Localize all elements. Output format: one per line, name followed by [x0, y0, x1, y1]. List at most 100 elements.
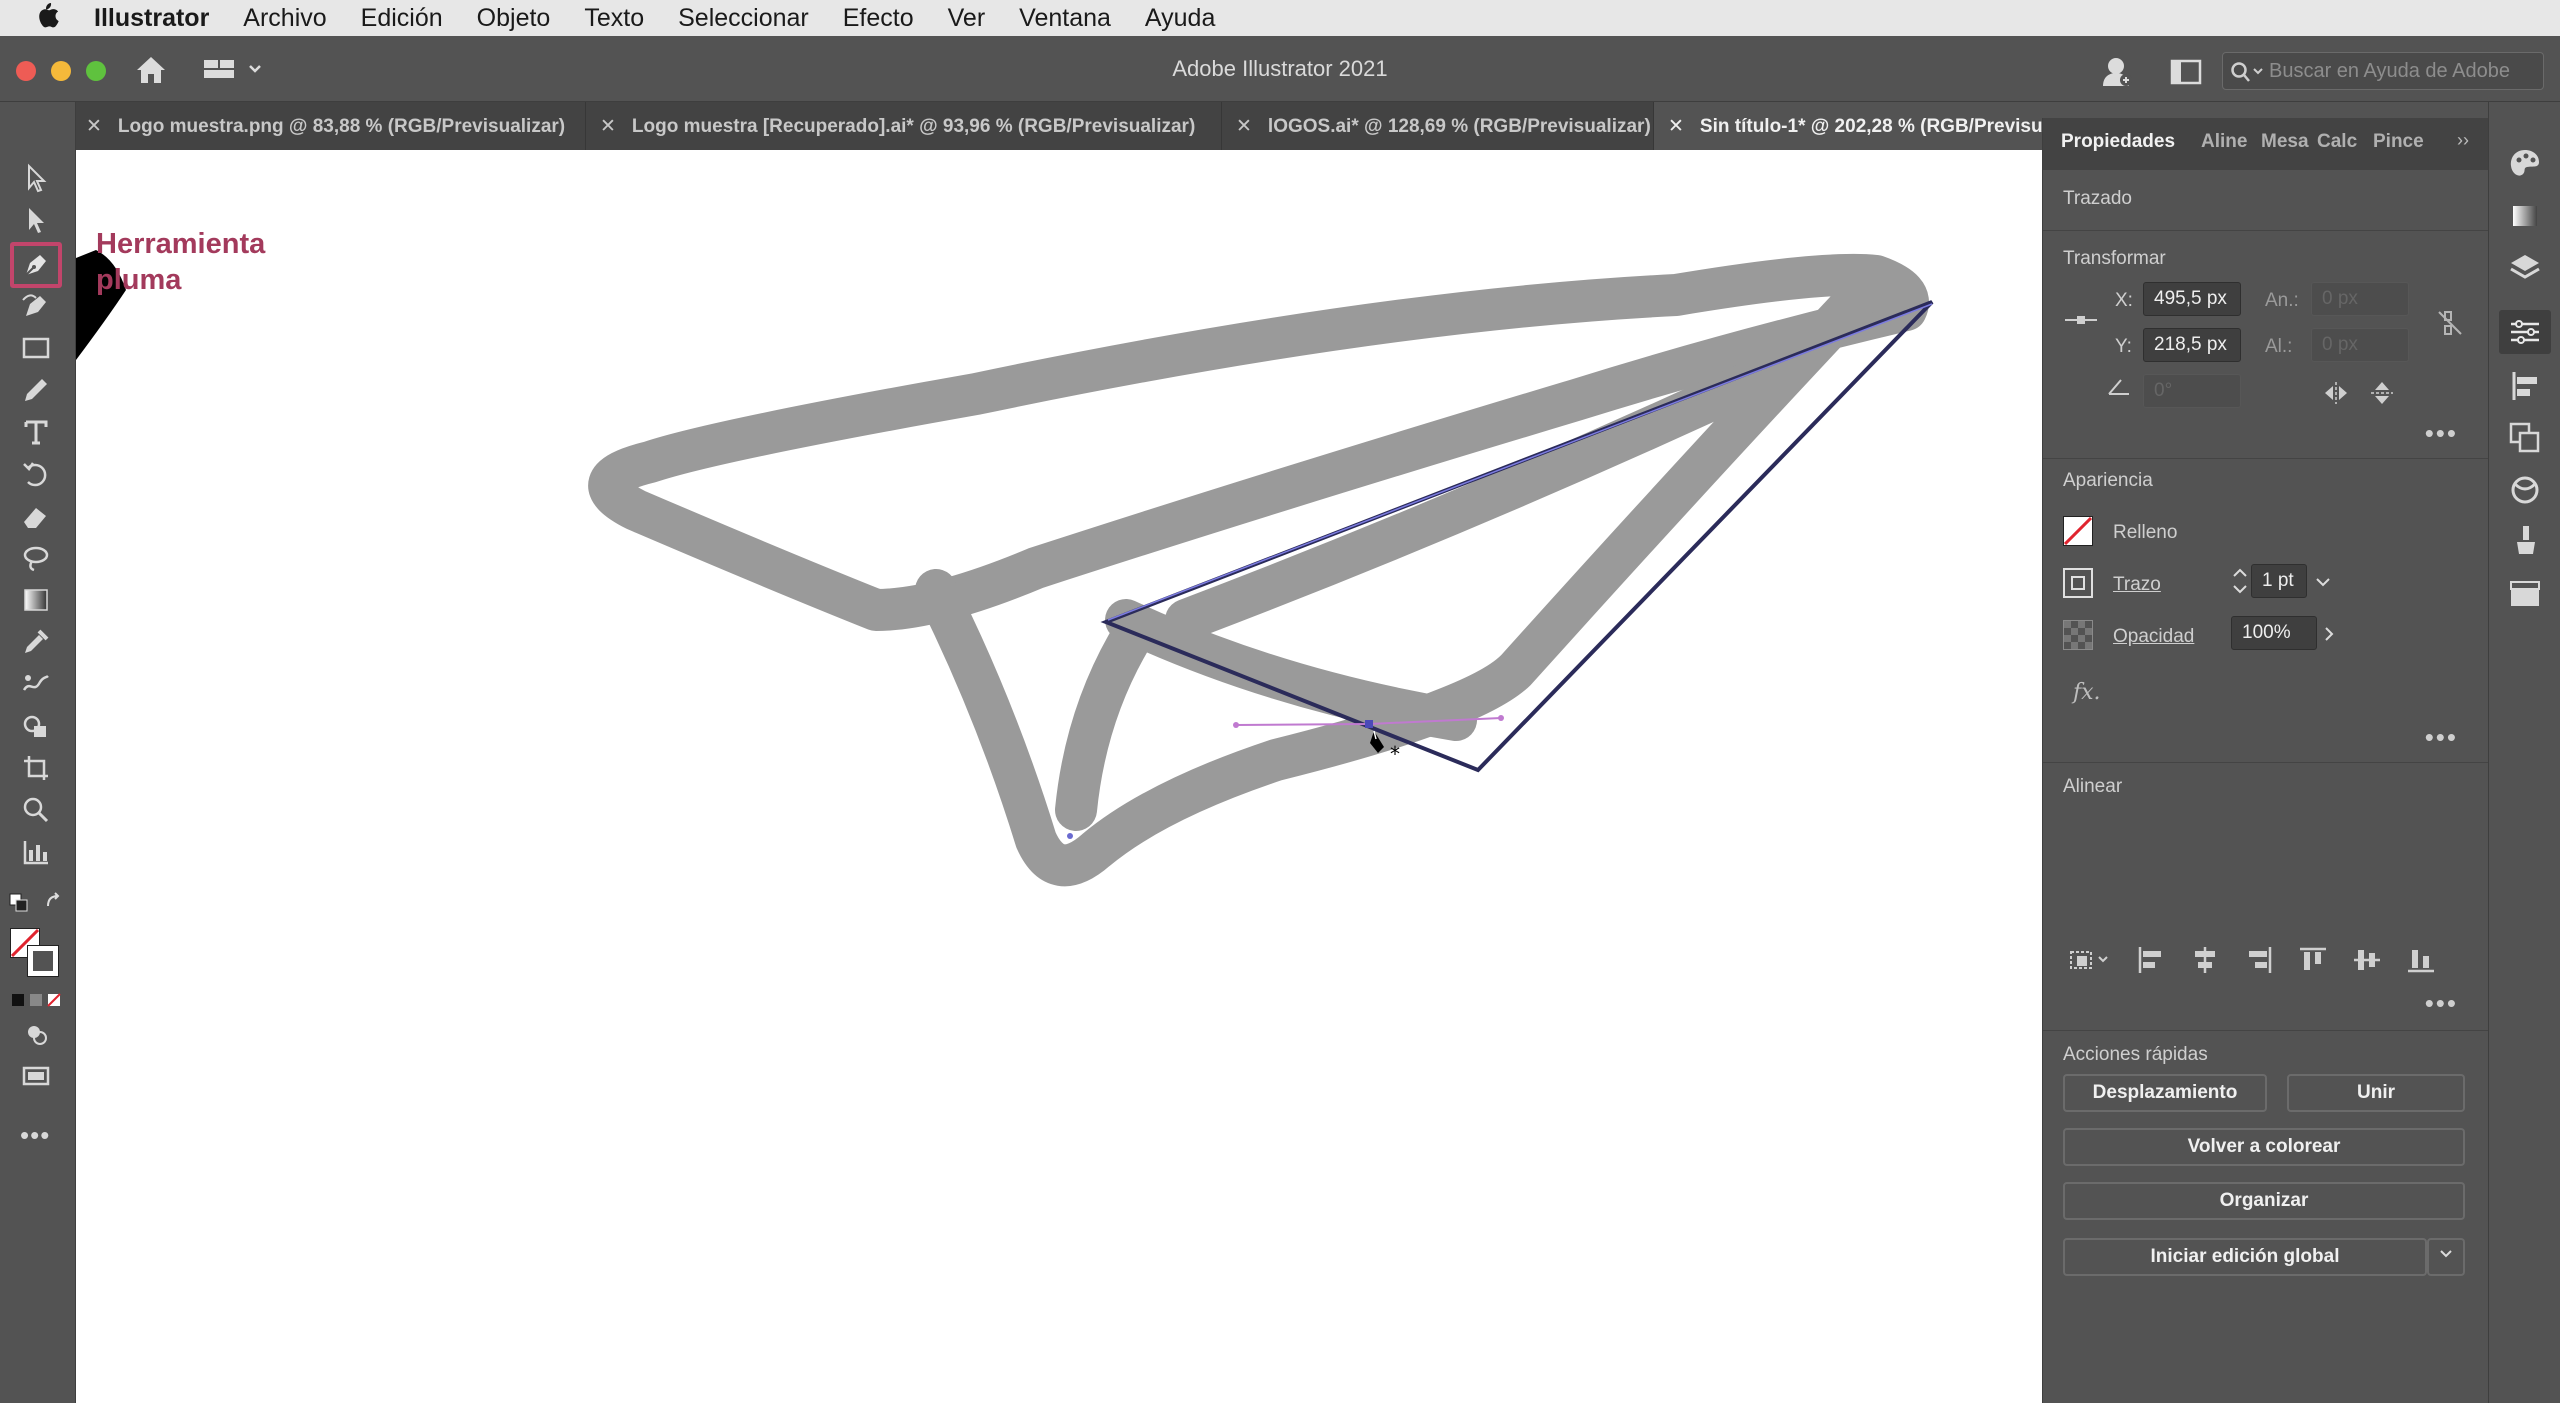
- close-tab-icon[interactable]: ✕: [600, 116, 616, 137]
- eraser-tool-icon[interactable]: [16, 498, 56, 534]
- tab-logo-muestra-recuperado[interactable]: ✕ Logo muestra [Recuperado].ai* @ 93,96 %…: [586, 102, 1222, 150]
- opacity-icon[interactable]: [2063, 620, 2093, 650]
- shape-builder-tool-icon[interactable]: [16, 708, 56, 744]
- stroke-weight-field[interactable]: 1 pt: [2251, 564, 2307, 598]
- menu-objeto[interactable]: Objeto: [477, 4, 551, 33]
- align-top-icon[interactable]: [2297, 944, 2329, 976]
- tab-pinceles[interactable]: Pince: [2373, 131, 2424, 153]
- rotation-angle-field[interactable]: 0°: [2143, 374, 2241, 408]
- direct-selection-tool-icon[interactable]: [16, 202, 56, 238]
- fill-none-icon[interactable]: [2063, 516, 2093, 546]
- gradient-panel-icon[interactable]: [2507, 198, 2543, 234]
- align-right-icon[interactable]: [2243, 944, 2275, 976]
- tab-logos-ai[interactable]: ✕ lOGOS.ai* @ 128,69 % (RGB/Previsualizar…: [1222, 102, 1654, 150]
- close-tab-icon[interactable]: ✕: [1668, 116, 1684, 137]
- help-search-input[interactable]: Buscar en Ayuda de Adobe: [2222, 52, 2544, 90]
- width-field[interactable]: 0 px: [2311, 282, 2409, 316]
- edit-toolbar-icon[interactable]: •••: [20, 1120, 50, 1151]
- panel-overflow-icon[interactable]: ››: [2457, 130, 2469, 151]
- rotate-tool-icon[interactable]: [16, 456, 56, 492]
- pen-tool-icon[interactable]: [10, 242, 62, 288]
- artboard-canvas[interactable]: * Herramienta pluma: [76, 150, 2042, 1403]
- menu-ayuda[interactable]: Ayuda: [1145, 4, 1215, 33]
- menu-app-name[interactable]: Illustrator: [94, 4, 209, 33]
- menu-ver[interactable]: Ver: [948, 4, 986, 33]
- blend-tool-icon[interactable]: [16, 666, 56, 702]
- menu-ventana[interactable]: Ventana: [1019, 4, 1111, 33]
- menu-archivo[interactable]: Archivo: [243, 4, 326, 33]
- tab-mesa[interactable]: Mesa: [2261, 131, 2309, 153]
- artwork[interactable]: *: [76, 150, 2042, 1403]
- artboards-panel-icon[interactable]: [2507, 576, 2543, 612]
- x-position-field[interactable]: 495,5 px: [2143, 282, 2241, 316]
- transform-more-options-icon[interactable]: •••: [2425, 418, 2458, 449]
- swap-colors-icon[interactable]: [44, 892, 66, 914]
- layers-panel-icon[interactable]: [2507, 250, 2543, 286]
- menu-seleccionar[interactable]: Seleccionar: [678, 4, 809, 33]
- zoom-tool-icon[interactable]: [16, 792, 56, 828]
- arrange-button[interactable]: Organizar: [2063, 1182, 2465, 1220]
- pathfinder-panel-icon[interactable]: [2507, 420, 2543, 456]
- opacity-label[interactable]: Opacidad: [2113, 626, 2194, 648]
- height-field[interactable]: 0 px: [2311, 328, 2409, 362]
- panel-layout-icon[interactable]: [2170, 58, 2202, 86]
- type-tool-icon[interactable]: [16, 414, 56, 450]
- stroke-swatch[interactable]: [27, 945, 59, 977]
- rectangle-tool-icon[interactable]: [16, 330, 56, 366]
- menu-texto[interactable]: Texto: [584, 4, 644, 33]
- unite-button[interactable]: Unir: [2287, 1074, 2465, 1112]
- lasso-tool-icon[interactable]: [16, 540, 56, 576]
- brushes-panel-icon[interactable]: [2507, 522, 2543, 558]
- menu-efecto[interactable]: Efecto: [843, 4, 914, 33]
- selection-tool-icon[interactable]: [16, 160, 56, 196]
- tab-alinear[interactable]: Aline: [2201, 131, 2247, 153]
- stroke-color-icon[interactable]: [2063, 568, 2093, 598]
- color-panel-icon[interactable]: [2507, 146, 2543, 182]
- eyedropper-tool-icon[interactable]: [16, 624, 56, 660]
- align-more-options-icon[interactable]: •••: [2425, 988, 2458, 1019]
- flip-horizontal-icon[interactable]: [2323, 380, 2349, 406]
- stroke-weight-dropdown-icon[interactable]: [2311, 570, 2335, 594]
- apple-icon[interactable]: [34, 0, 64, 37]
- flip-vertical-icon[interactable]: [2369, 380, 2395, 406]
- libraries-panel-icon[interactable]: [2507, 472, 2543, 508]
- pencil-tool-icon[interactable]: [16, 372, 56, 408]
- offset-path-button[interactable]: Desplazamiento: [2063, 1074, 2267, 1112]
- fx-effects-icon[interactable]: fx.: [2073, 680, 2101, 705]
- opacity-field[interactable]: 100%: [2231, 616, 2317, 650]
- tab-calco[interactable]: Calc: [2317, 131, 2357, 153]
- tab-label: Logo muestra [Recuperado].ai* @ 93,96 % …: [631, 116, 1196, 137]
- default-colors-icon[interactable]: [8, 892, 30, 914]
- stroke-label[interactable]: Trazo: [2113, 574, 2161, 596]
- close-tab-icon[interactable]: ✕: [86, 116, 102, 137]
- tab-sin-titulo-1[interactable]: ✕ Sin título-1* @ 202,28 % (RGB/Previsual…: [1654, 102, 2042, 150]
- align-panel-icon[interactable]: [2507, 368, 2543, 404]
- constrain-proportions-icon[interactable]: [2435, 308, 2465, 338]
- menu-edicion[interactable]: Edición: [361, 4, 443, 33]
- stroke-weight-stepper-icon[interactable]: [2231, 564, 2249, 598]
- properties-panel-icon[interactable]: [2499, 310, 2551, 354]
- screen-mode-icon[interactable]: [16, 1058, 56, 1094]
- tab-propiedades[interactable]: Propiedades: [2061, 131, 2175, 153]
- align-bottom-icon[interactable]: [2405, 944, 2437, 976]
- align-left-icon[interactable]: [2135, 944, 2167, 976]
- align-to-selection-icon[interactable]: [2067, 944, 2113, 976]
- appearance-more-options-icon[interactable]: •••: [2425, 722, 2458, 753]
- y-position-field[interactable]: 218,5 px: [2143, 328, 2241, 362]
- artboard-tool-icon[interactable]: [16, 750, 56, 786]
- start-global-edit-button[interactable]: Iniciar edición global: [2063, 1238, 2427, 1276]
- recolor-button[interactable]: Volver a colorear: [2063, 1128, 2465, 1166]
- gradient-tool-icon[interactable]: [16, 582, 56, 618]
- global-edit-options-button[interactable]: [2427, 1238, 2465, 1276]
- color-mode-icons[interactable]: [12, 992, 62, 1008]
- tab-logo-muestra-png[interactable]: ✕ Logo muestra.png @ 83,88 % (RGB/Previsu…: [76, 102, 586, 150]
- draw-mode-icon[interactable]: [16, 1016, 56, 1052]
- graph-tool-icon[interactable]: [16, 834, 56, 870]
- user-icon[interactable]: [2100, 54, 2134, 88]
- close-tab-icon[interactable]: ✕: [1236, 116, 1252, 137]
- reference-point-icon[interactable]: [2063, 310, 2099, 330]
- curvature-tool-icon[interactable]: [16, 288, 56, 324]
- align-horizontal-center-icon[interactable]: [2189, 944, 2221, 976]
- align-vertical-center-icon[interactable]: [2351, 944, 2383, 976]
- opacity-chevron-icon[interactable]: [2319, 622, 2339, 646]
